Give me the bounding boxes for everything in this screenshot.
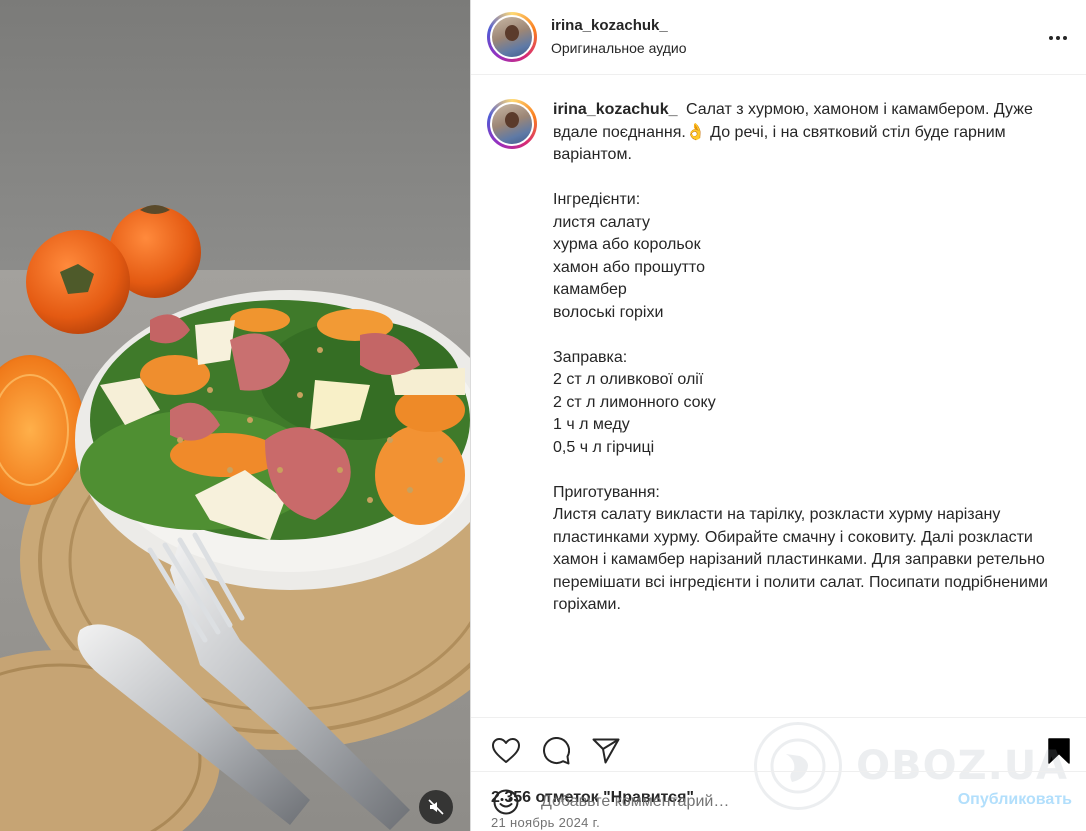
ingredients-title: Інгредієнти:: [553, 191, 641, 208]
ingredient-item: камамбер: [553, 281, 627, 298]
emoji-button[interactable]: [491, 787, 521, 817]
more-options-icon: [1049, 36, 1053, 40]
more-options-dot: [1063, 36, 1067, 40]
header-username[interactable]: irina_kozachuk_: [551, 16, 687, 35]
post-sidebar: irina_kozachuk_ Оригинальное аудио irina…: [470, 0, 1086, 831]
ingredient-item: хамон або прошутто: [553, 258, 705, 276]
speaker-muted-icon: [428, 799, 444, 815]
preparation-title: Приготування:: [553, 483, 660, 501]
heart-icon: [492, 737, 520, 763]
caption-avatar[interactable]: [487, 99, 537, 149]
caption-section: irina_kozachuk_ Салат з хурмою, хамоном …: [471, 75, 1086, 717]
more-options-button[interactable]: [1046, 26, 1070, 50]
caption-row: irina_kozachuk_ Салат з хурмою, хамоном …: [487, 99, 1070, 617]
ingredient-item: листя салату: [553, 213, 650, 231]
dressing-item: 2 ст л оливкової олії: [553, 371, 704, 388]
comment-icon: [543, 736, 570, 764]
dressing-item: 0,5 ч л гірчиці: [553, 438, 655, 456]
caption-intro: irina_kozachuk_ Салат з хурмою, хамоном …: [553, 99, 1070, 167]
bookmark-icon: [1048, 738, 1070, 764]
avatar[interactable]: [487, 12, 537, 62]
more-options-dot: [1056, 36, 1060, 40]
caption-username[interactable]: irina_kozachuk_: [553, 101, 678, 118]
ingredient-item: волоські горіхи: [553, 303, 664, 321]
audio-label[interactable]: Оригинальное аудио: [551, 39, 687, 58]
header-text: irina_kozachuk_ Оригинальное аудио: [551, 16, 687, 58]
dressing-item: 2 ст л лимонного соку: [553, 393, 716, 411]
caption-text: irina_kozachuk_ Салат з хурмою, хамоном …: [553, 99, 1070, 617]
ingredients-block: Інгредієнти: листя салату хурма або коро…: [553, 189, 1070, 324]
comment-bar: Опубликовать: [471, 771, 1086, 831]
post-image[interactable]: [0, 0, 470, 831]
salad-photo: [0, 0, 470, 831]
like-button[interactable]: [491, 736, 521, 766]
smiley-icon: [493, 789, 519, 814]
avatar-image: [490, 15, 534, 59]
dressing-block: Заправка: 2 ст л оливкової олії 2 ст л л…: [553, 347, 1070, 460]
comment-button[interactable]: [541, 736, 571, 766]
preparation-text: Листя салату викласти на тарілку, розкла…: [553, 506, 1048, 613]
instagram-post: irina_kozachuk_ Оригинальное аудио irina…: [0, 0, 1086, 831]
share-icon: [592, 738, 620, 763]
dressing-title: Заправка:: [553, 348, 628, 366]
dressing-item: 1 ч л меду: [553, 416, 630, 433]
mute-button[interactable]: [419, 790, 453, 824]
share-button[interactable]: [591, 736, 621, 766]
save-button[interactable]: [1044, 736, 1074, 766]
caption-avatar-image: [490, 102, 534, 146]
preparation-block: Приготування: Листя салату викласти на т…: [553, 482, 1070, 617]
ingredient-item: хурма або корольок: [553, 236, 701, 253]
comment-input[interactable]: [541, 792, 921, 811]
post-header: irina_kozachuk_ Оригинальное аудио: [471, 0, 1086, 75]
publish-button[interactable]: Опубликовать: [958, 791, 1072, 809]
